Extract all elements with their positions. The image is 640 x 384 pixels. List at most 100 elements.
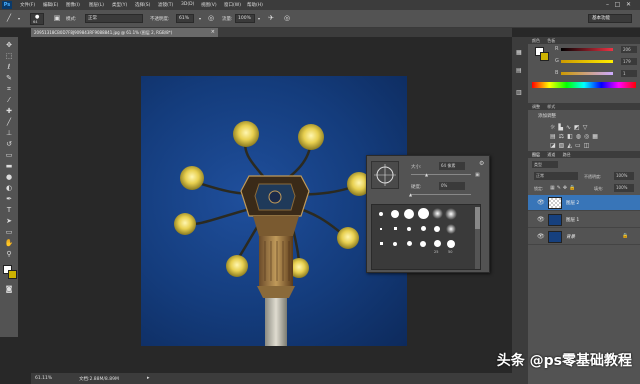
brush-preset-50[interactable] [444, 237, 458, 250]
layer-name[interactable]: 背景 [566, 234, 575, 240]
marquee-tool-icon[interactable]: ⬚ [3, 52, 15, 61]
pen-tool-icon[interactable]: ✒ [3, 195, 15, 204]
brush-preset-tiny-1[interactable] [374, 237, 388, 250]
layer-row-selected[interactable]: 👁 图层 2 [528, 195, 640, 211]
visibility-eye-icon[interactable]: 👁 [537, 199, 545, 207]
type-tool-icon[interactable]: T [3, 206, 15, 215]
minimize-button[interactable]: – [603, 1, 612, 9]
color-spectrum-bar[interactable] [532, 82, 636, 88]
brush-preset-small-3[interactable] [402, 222, 416, 235]
menu-3d[interactable]: 3D(D) [181, 2, 194, 7]
brush-angle-preview[interactable] [371, 161, 399, 189]
gradient-map-icon[interactable]: ▭ [575, 142, 584, 149]
history-brush-tool-icon[interactable]: ↺ [3, 140, 15, 149]
exposure-icon[interactable]: ◩ [574, 124, 583, 131]
brush-size-slider-thumb[interactable]: ▲ [425, 172, 428, 177]
brush-hardness-input[interactable]: 0% [439, 182, 465, 190]
layer-row-background[interactable]: 👁 背景 🔒 [528, 229, 640, 245]
menu-filter[interactable]: 滤镜(T) [158, 2, 173, 8]
gradient-tool-icon[interactable]: ▬ [3, 162, 15, 171]
flow-input[interactable]: 100% [235, 14, 255, 23]
menu-view[interactable]: 视图(V) [201, 2, 217, 8]
opacity-dropdown-icon[interactable]: ▾ [195, 14, 205, 23]
lasso-tool-icon[interactable]: ℓ [3, 63, 15, 72]
brush-preset-picker[interactable]: ● 64 [30, 13, 44, 25]
threshold-icon[interactable]: ◭ [567, 142, 575, 149]
brush-preset-hard-2[interactable] [388, 207, 402, 220]
pressure-size-icon[interactable]: ◎ [282, 14, 292, 23]
channel-g-value[interactable]: 179 [621, 58, 637, 65]
flow-dropdown-icon[interactable]: ▾ [254, 14, 264, 23]
close-button[interactable]: ✕ [624, 1, 633, 9]
brush-preset-hard-4[interactable] [416, 207, 430, 220]
layer-blend-mode[interactable]: 正常 [534, 172, 578, 180]
menu-help[interactable]: 帮助(H) [247, 2, 263, 8]
menu-select[interactable]: 选择(S) [135, 2, 150, 8]
brush-tool-active-icon[interactable]: ╱ [3, 118, 15, 127]
invert-icon[interactable]: ◪ [550, 142, 559, 149]
brush-preset-25[interactable] [430, 237, 444, 250]
tab-color[interactable]: 颜色 [528, 38, 540, 43]
levels-icon[interactable]: ▙ [558, 124, 566, 131]
brush-preset-small-5[interactable] [430, 222, 444, 235]
menu-image[interactable]: 图像(I) [66, 2, 80, 8]
visibility-eye-icon[interactable]: 👁 [537, 216, 545, 224]
menu-window[interactable]: 窗口(W) [224, 2, 241, 8]
layer-name[interactable]: 图层 2 [566, 200, 579, 206]
menu-file[interactable]: 文件(F) [20, 2, 35, 8]
brush-preset-tiny-3[interactable] [402, 237, 416, 250]
zoom-readout[interactable]: 61.11% [35, 376, 52, 381]
channel-mixer-icon[interactable]: ◎ [584, 133, 592, 140]
channel-b-slider[interactable] [561, 72, 613, 75]
selective-color-icon[interactable]: ◫ [584, 142, 593, 149]
channel-r-value[interactable]: 206 [621, 46, 637, 53]
vibrance-icon[interactable]: ▽ [583, 124, 591, 131]
brush-preset-tiny-4[interactable] [416, 237, 430, 250]
zoom-tool-icon[interactable]: ⚲ [3, 250, 15, 259]
brush-preset-hard-3[interactable] [402, 207, 416, 220]
maximize-button[interactable]: □ [613, 1, 622, 9]
brush-preset-hard-1[interactable] [374, 207, 388, 220]
tab-channels[interactable]: 通道 [541, 152, 555, 157]
layer-opacity-input[interactable]: 100% [614, 172, 634, 180]
hue-sat-icon[interactable]: ▤ [550, 133, 559, 140]
path-select-tool-icon[interactable]: ➤ [3, 217, 15, 226]
brush-new-preset-icon[interactable]: ▣ [475, 172, 480, 178]
color-balance-icon[interactable]: ⚖ [559, 133, 567, 140]
opacity-input[interactable]: 61% [176, 14, 194, 23]
status-arrow-icon[interactable]: ▸ [147, 375, 150, 381]
brush-preset-soft-3[interactable] [444, 222, 458, 235]
shape-tool-icon[interactable]: ▭ [3, 228, 15, 237]
hand-tool-icon[interactable]: ✋ [3, 239, 15, 248]
dodge-tool-icon[interactable]: ◐ [3, 184, 15, 193]
document-tab[interactable]: 20951318CB0D7F8J909843RF9088841.jpg @ 61… [31, 28, 218, 37]
blur-tool-icon[interactable]: ● [3, 173, 15, 182]
curves-icon[interactable]: ∿ [566, 124, 574, 131]
tab-close-icon[interactable]: × [211, 28, 215, 37]
clone-stamp-tool-icon[interactable]: ⊥ [3, 129, 15, 138]
brush-preset-small-1[interactable] [374, 222, 388, 235]
layer-filter-kind[interactable]: 类型 [532, 161, 558, 168]
lock-icons[interactable]: ▦✎✥🔒 [550, 185, 577, 191]
photo-filter-icon[interactable]: ◍ [576, 133, 584, 140]
workspace-switcher[interactable]: 基本功能 [588, 14, 632, 23]
brush-preset-soft-1[interactable] [430, 207, 444, 220]
layer-name[interactable]: 图层 1 [566, 217, 579, 223]
visibility-eye-icon[interactable]: 👁 [537, 233, 545, 241]
eyedropper-tool-icon[interactable]: ⁄ [3, 96, 15, 105]
brush-hardness-slider-thumb[interactable]: ▲ [409, 192, 412, 197]
brush-presets-grid[interactable]: 25 50 [371, 204, 481, 270]
healing-brush-tool-icon[interactable]: ✚ [3, 107, 15, 116]
channel-r-slider[interactable] [561, 48, 613, 51]
quick-select-tool-icon[interactable]: ✎ [3, 74, 15, 83]
menu-edit[interactable]: 编辑(E) [43, 2, 58, 8]
tab-layers[interactable]: 图层 [528, 152, 540, 157]
brush-preset-small-2[interactable] [388, 222, 402, 235]
brush-settings-gear-icon[interactable]: ⚙ [479, 160, 484, 167]
move-tool-icon[interactable]: ✥ [3, 41, 15, 50]
properties-panel-icon[interactable]: ▤ [516, 67, 522, 74]
brush-tool-icon[interactable]: ╱ [4, 14, 14, 23]
black-white-icon[interactable]: ◧ [567, 133, 576, 140]
menu-layer[interactable]: 图层(L) [89, 2, 104, 8]
color-lookup-icon[interactable]: ▦ [592, 133, 601, 140]
